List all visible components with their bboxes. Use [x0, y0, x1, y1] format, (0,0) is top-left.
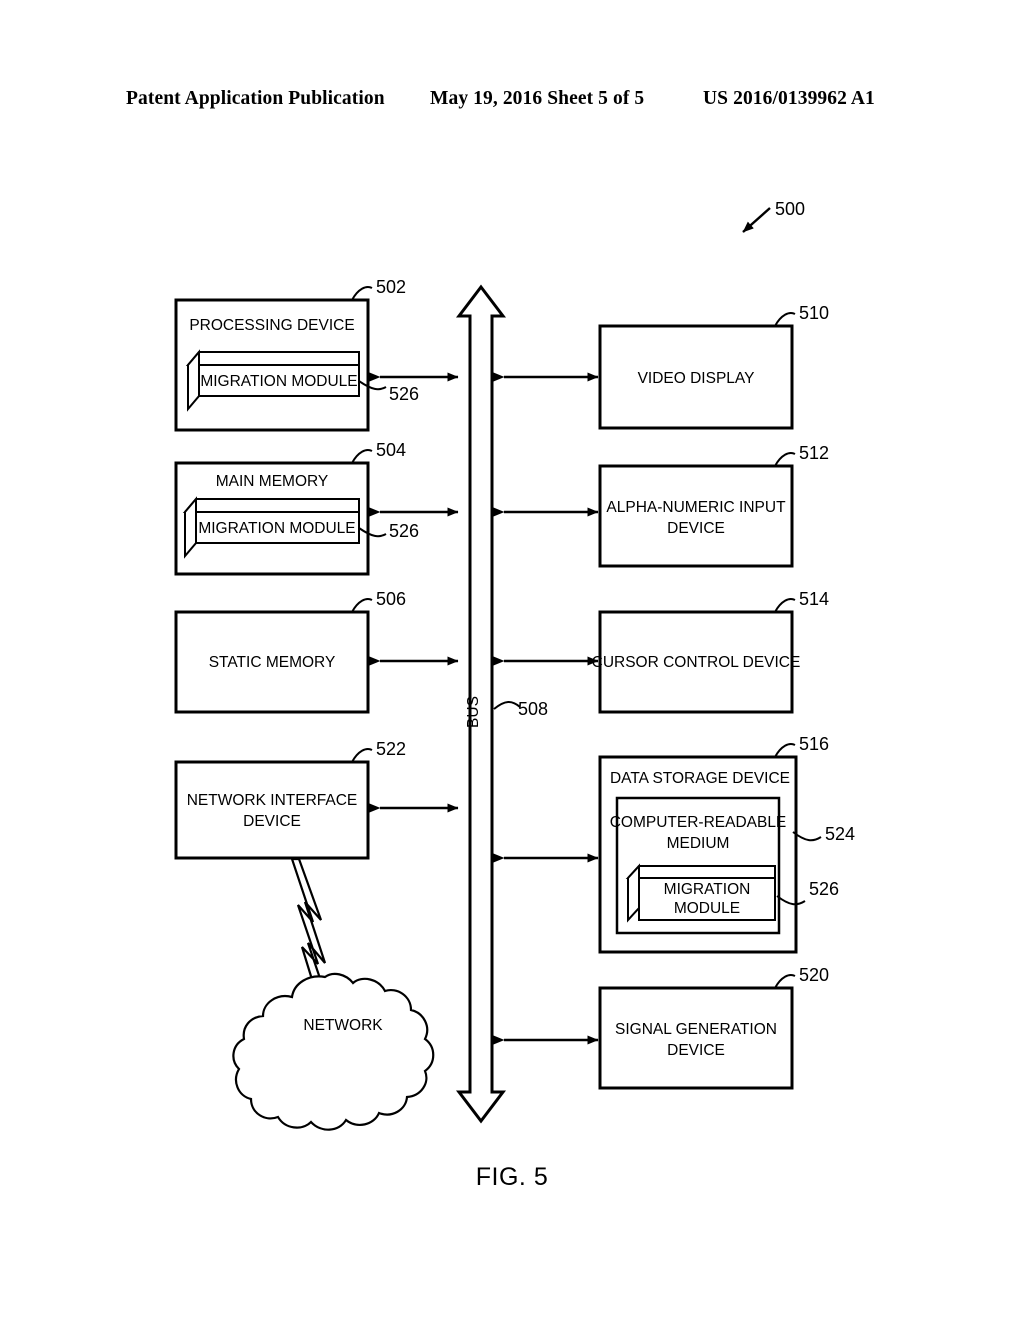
node-signal-generation-device[interactable]: SIGNAL GENERATION DEVICE 520: [598, 965, 829, 1090]
node-cursor-control-device[interactable]: CURSOR CONTROL DEVICE 514: [592, 589, 829, 714]
cursor-control-device-label: CURSOR CONTROL DEVICE: [592, 654, 801, 671]
ref-506: 506: [376, 589, 406, 609]
migration-module-label-502: MIGRATION MODULE: [200, 373, 357, 390]
node-static-memory[interactable]: STATIC MEMORY 506: [174, 589, 406, 714]
network-cloud-label: NETWORK: [303, 1017, 383, 1034]
alpha-numeric-input-device-label-line2: DEVICE: [667, 520, 725, 537]
bus-label: BUS: [465, 696, 482, 728]
computer-readable-medium: COMPUTER-READABLE MEDIUM MIGRATION MODUL…: [610, 796, 787, 935]
signal-generation-device-label-line2: DEVICE: [667, 1042, 725, 1059]
system-callout-500: 500: [742, 199, 805, 233]
migration-module-label-504: MIGRATION MODULE: [198, 520, 355, 537]
ref-500: 500: [775, 199, 805, 219]
ref-522: 522: [376, 739, 406, 759]
node-processing-device[interactable]: PROCESSING DEVICE MIGRATION MODULE 502 5…: [174, 277, 419, 432]
node-alpha-numeric-input-device[interactable]: ALPHA-NUMERIC INPUT DEVICE 512: [598, 443, 829, 568]
ref-510: 510: [799, 303, 829, 323]
system-bus: BUS 508: [455, 284, 548, 1124]
figure-drawing: 500 BUS 508 PROCESSING DEVICE MIGRATION …: [174, 199, 855, 1131]
figure-caption: FIG. 5: [475, 1163, 549, 1191]
ref-502: 502: [376, 277, 406, 297]
ref-526-processing: 526: [389, 384, 419, 404]
computer-readable-medium-label-line1: COMPUTER-READABLE: [610, 814, 787, 831]
node-data-storage-device[interactable]: DATA STORAGE DEVICE COMPUTER-READABLE ME…: [598, 734, 855, 954]
signal-generation-device-label-line1: SIGNAL GENERATION: [615, 1021, 777, 1038]
patent-figure-page: Patent Application Publication May 19, 2…: [0, 0, 1024, 1320]
main-memory-label: MAIN MEMORY: [216, 473, 329, 490]
node-video-display[interactable]: VIDEO DISPLAY 510: [598, 303, 829, 430]
node-main-memory[interactable]: MAIN MEMORY MIGRATION MODULE 504 526: [174, 440, 419, 576]
ref-508: 508: [518, 699, 548, 719]
data-storage-device-label: DATA STORAGE DEVICE: [610, 770, 790, 787]
migration-module-block-516: MIGRATION MODULE: [625, 863, 776, 923]
video-display-label: VIDEO DISPLAY: [638, 370, 755, 387]
network-interface-device-label-line1: NETWORK INTERFACE: [187, 792, 358, 809]
network-cloud[interactable]: NETWORK: [232, 972, 435, 1131]
ref-520: 520: [799, 965, 829, 985]
node-network-interface-device[interactable]: NETWORK INTERFACE DEVICE 522: [174, 739, 406, 860]
ref-526-main-memory: 526: [389, 521, 419, 541]
ref-516: 516: [799, 734, 829, 754]
alpha-numeric-input-device-label-line1: ALPHA-NUMERIC INPUT: [606, 499, 786, 516]
ref-512: 512: [799, 443, 829, 463]
processing-device-label: PROCESSING DEVICE: [189, 317, 354, 334]
computer-readable-medium-label-line2: MEDIUM: [667, 835, 730, 852]
ref-526-storage: 526: [809, 879, 839, 899]
migration-module-label-516-line2: MODULE: [674, 900, 740, 917]
ref-504: 504: [376, 440, 406, 460]
network-interface-device-label-line2: DEVICE: [243, 813, 301, 830]
ref-514: 514: [799, 589, 829, 609]
ref-524: 524: [825, 824, 855, 844]
migration-module-label-516-line1: MIGRATION: [664, 881, 751, 898]
static-memory-label: STATIC MEMORY: [209, 654, 336, 671]
